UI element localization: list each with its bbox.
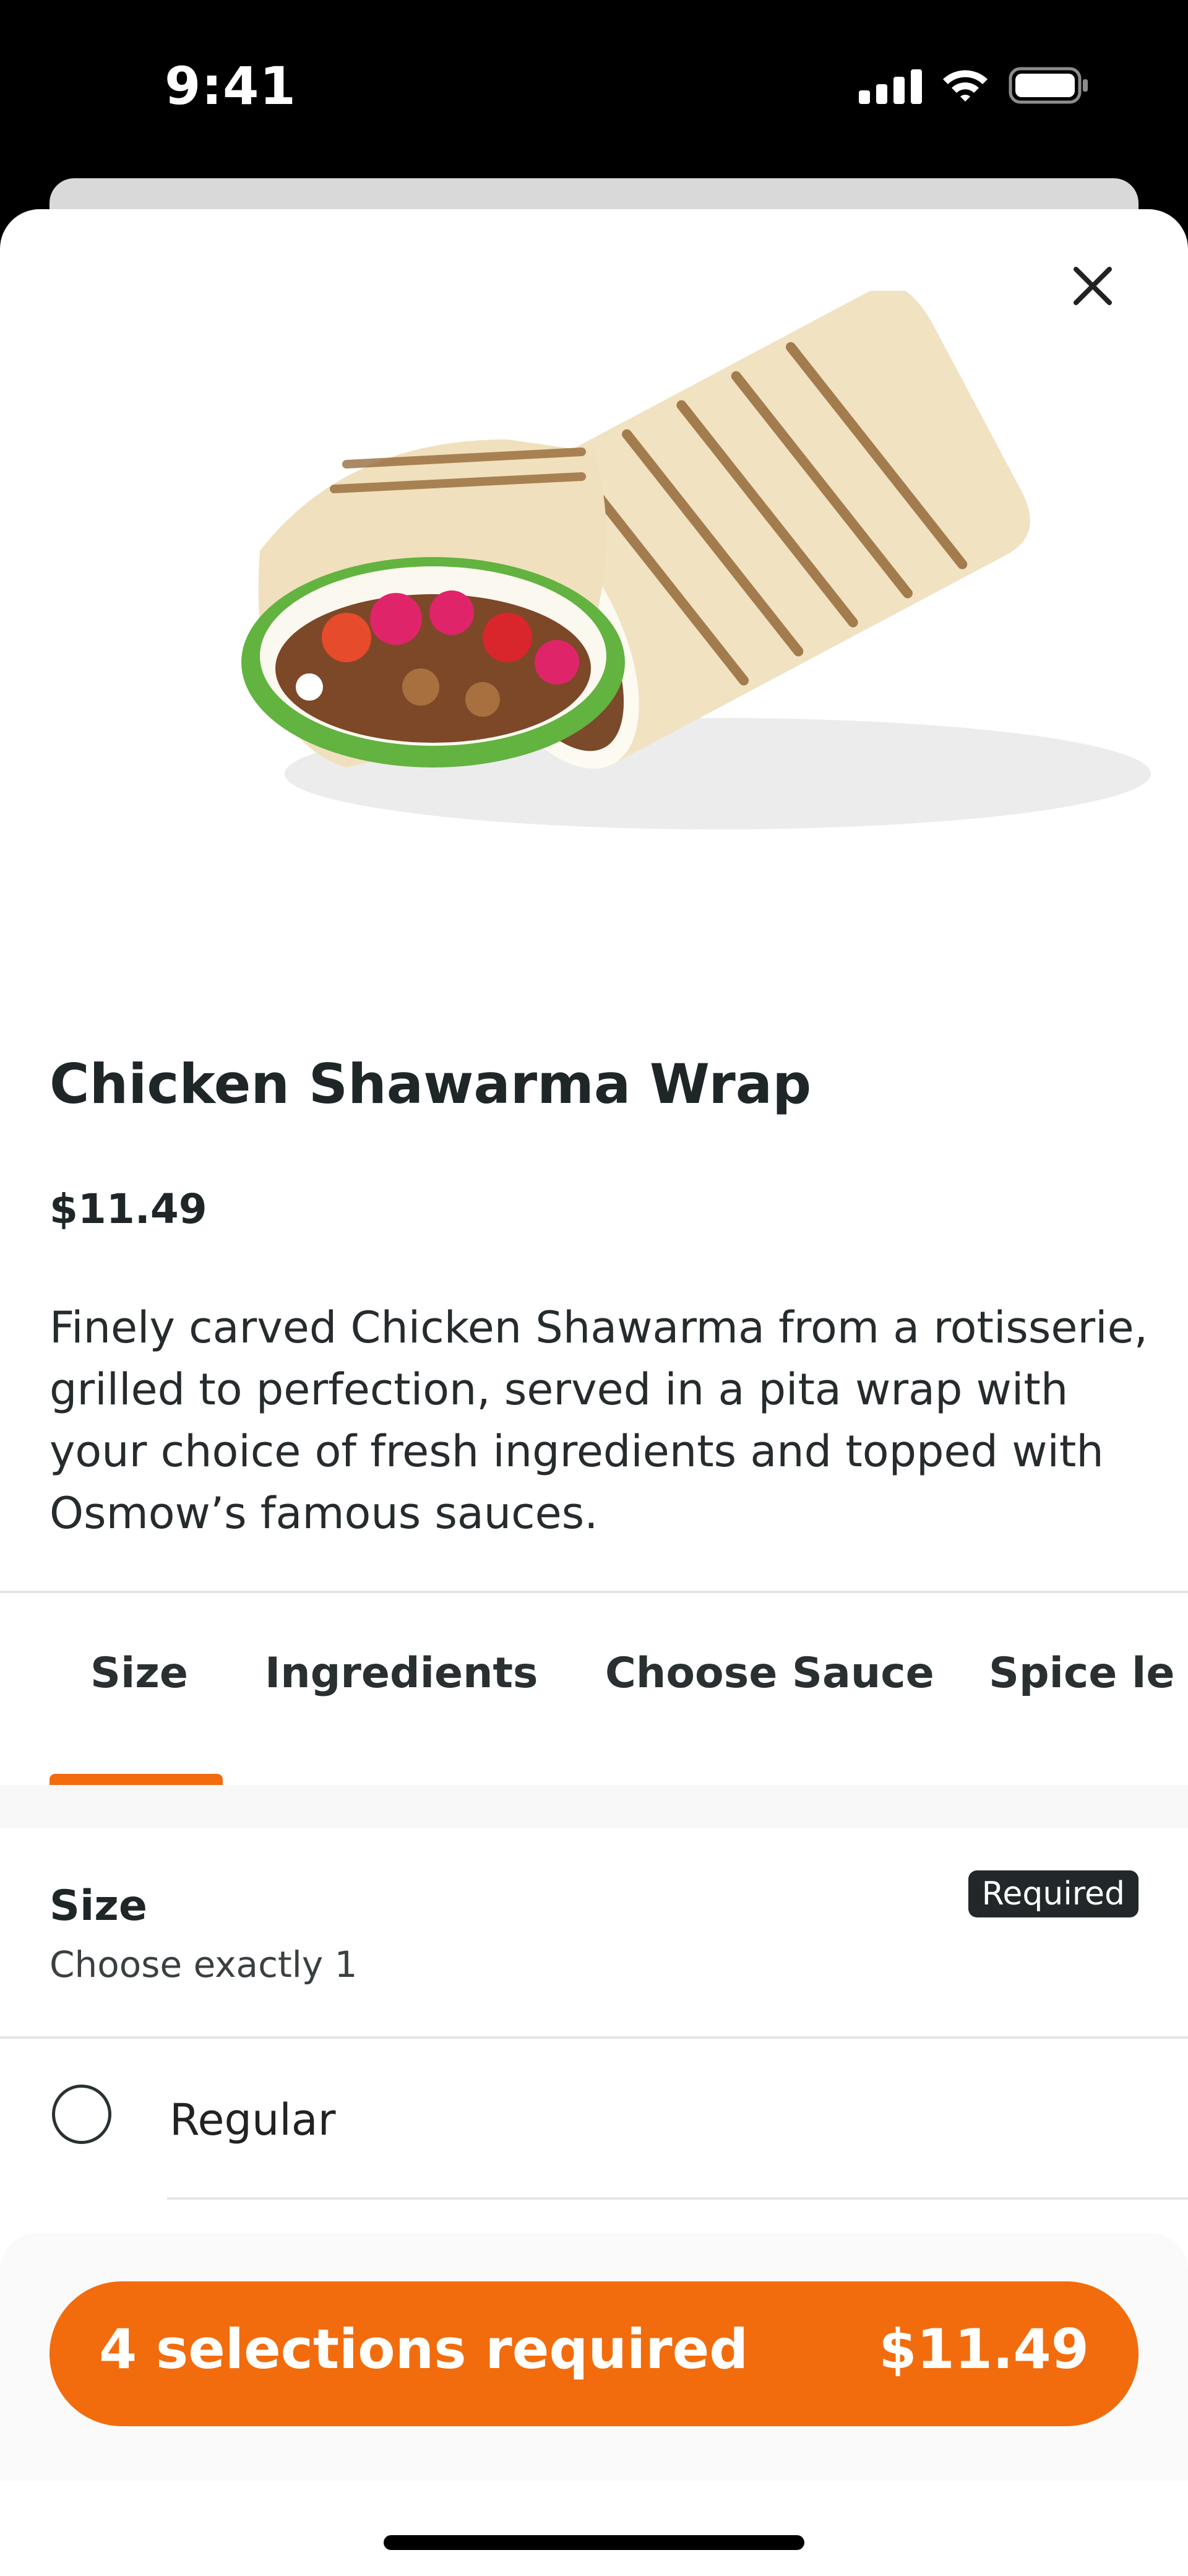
cta-price: $11.49 xyxy=(879,2317,1089,2381)
tab-choose-sauce[interactable]: Choose Sauce xyxy=(605,1649,934,1698)
status-bar: 9:41 xyxy=(0,0,1188,179)
status-icons xyxy=(859,67,1089,104)
required-badge: Required xyxy=(968,1870,1138,1917)
section-separator xyxy=(0,1785,1188,1828)
option-tabs: Size Ingredients Choose Sauce Spice le xyxy=(0,1593,1188,1785)
product-price: $11.49 xyxy=(50,1185,207,1233)
tab-spice-level[interactable]: Spice le xyxy=(989,1649,1175,1698)
cellular-signal-icon xyxy=(859,67,922,104)
radio-button[interactable] xyxy=(52,2085,111,2144)
section-title: Size xyxy=(50,1882,147,1930)
tab-size[interactable]: Size xyxy=(90,1649,188,1698)
product-image xyxy=(241,291,1151,829)
battery-icon xyxy=(1009,67,1089,104)
active-tab-indicator xyxy=(50,1774,223,1785)
section-subtitle: Choose exactly 1 xyxy=(50,1943,358,1986)
home-indicator xyxy=(384,2535,804,2550)
product-title: Chicken Shawarma Wrap xyxy=(50,1052,812,1116)
status-time: 9:41 xyxy=(165,56,296,116)
cta-label: 4 selections required xyxy=(99,2317,749,2381)
add-to-order-button[interactable]: 4 selections required $11.49 xyxy=(50,2281,1138,2426)
option-label: Regular xyxy=(170,2094,336,2145)
option-regular[interactable]: Regular xyxy=(0,2040,1188,2201)
product-description: Finely carved Chicken Shawarma from a ro… xyxy=(50,1302,1148,1539)
wifi-icon xyxy=(940,67,990,104)
divider xyxy=(0,2036,1188,2039)
option-divider xyxy=(167,2197,1188,2200)
tab-ingredients[interactable]: Ingredients xyxy=(265,1649,538,1698)
